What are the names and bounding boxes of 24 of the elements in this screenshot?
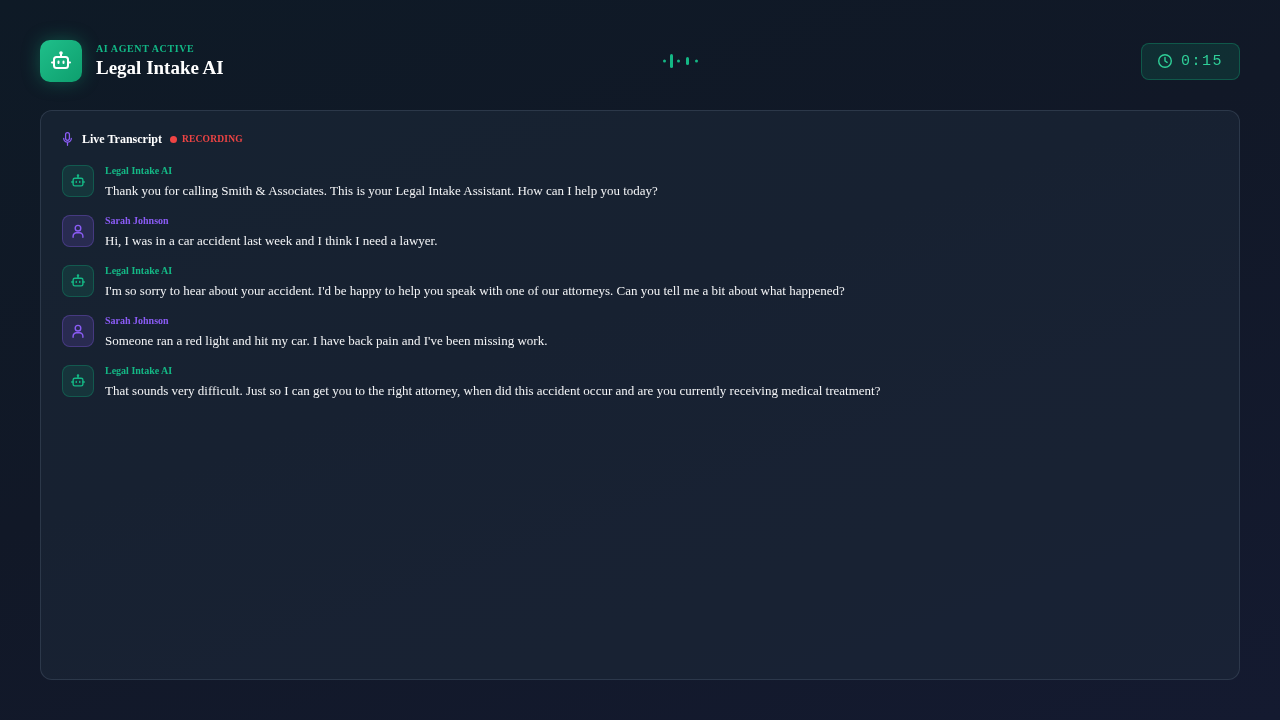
recording-dot-icon bbox=[169, 135, 177, 143]
speaker-name: Sarah Johnson bbox=[105, 215, 170, 227]
timer-text: 0:15 bbox=[1180, 52, 1223, 70]
clock-icon bbox=[1157, 54, 1172, 68]
robot-avatar-icon bbox=[62, 165, 94, 197]
recording-status: RECORDING bbox=[181, 134, 243, 144]
person-avatar-icon bbox=[62, 315, 94, 347]
agent-status-label: AI AGENT ACTIVE bbox=[96, 43, 196, 55]
person-avatar-icon bbox=[62, 215, 94, 247]
robot-logo-icon bbox=[40, 40, 82, 82]
microphone-icon bbox=[62, 132, 73, 146]
speaker-name: Legal Intake AI bbox=[105, 165, 174, 177]
robot-avatar-icon bbox=[62, 365, 94, 397]
message-text: Someone ran a red light and hit my car. I have back pain and I've been missing work. bbox=[105, 333, 548, 349]
app-title: Legal Intake AI bbox=[96, 57, 224, 79]
robot-avatar-icon bbox=[62, 265, 94, 297]
message-text: Hi, I was in a car accident last week and I think I need a lawyer. bbox=[105, 233, 438, 249]
message-text: Thank you for calling Smith & Associates. This is your Legal Intake Assistant. How can I help you today? bbox=[105, 183, 658, 199]
speaker-name: Sarah Johnson bbox=[105, 315, 170, 327]
message-text: I'm so sorry to hear about your accident. I'd be happy to help you speak with one of our attorneys. Can you tell me a bit about what happened? bbox=[105, 283, 845, 299]
transcript-title: Live Transcript bbox=[82, 131, 162, 147]
speaker-name: Legal Intake AI bbox=[105, 365, 174, 377]
message-text: That sounds very difficult. Just so I can get you to the right attorney, when did this accident occur and are you currently receiving medical treatment? bbox=[105, 383, 881, 399]
speaker-name: Legal Intake AI bbox=[105, 265, 174, 277]
